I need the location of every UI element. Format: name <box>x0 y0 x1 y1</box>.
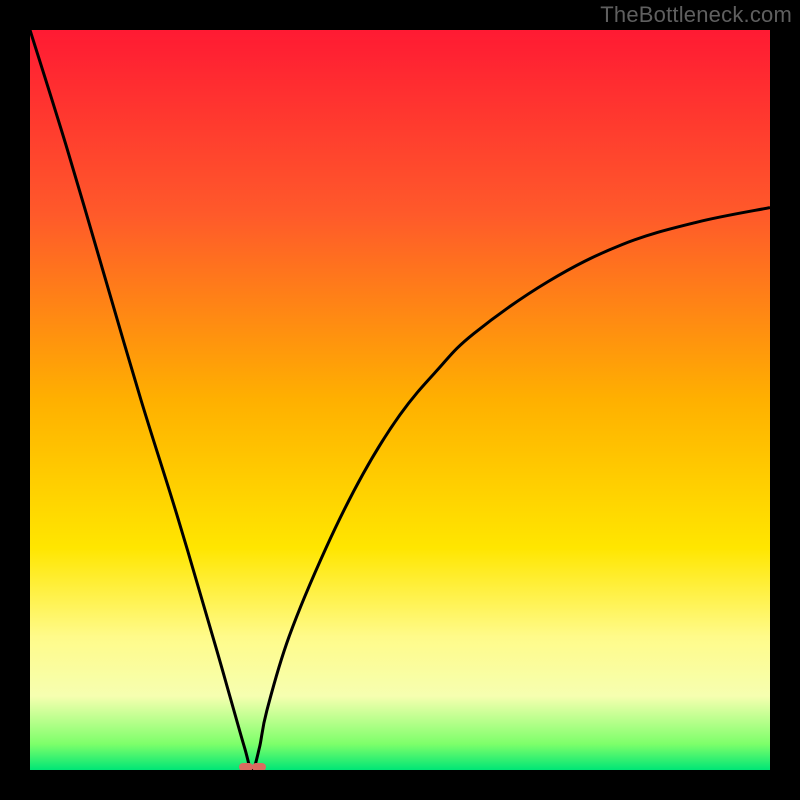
bottleneck-chart <box>30 30 770 770</box>
watermark-text: TheBottleneck.com <box>600 2 792 28</box>
plot-area <box>30 30 770 770</box>
chart-frame: TheBottleneck.com <box>0 0 800 800</box>
